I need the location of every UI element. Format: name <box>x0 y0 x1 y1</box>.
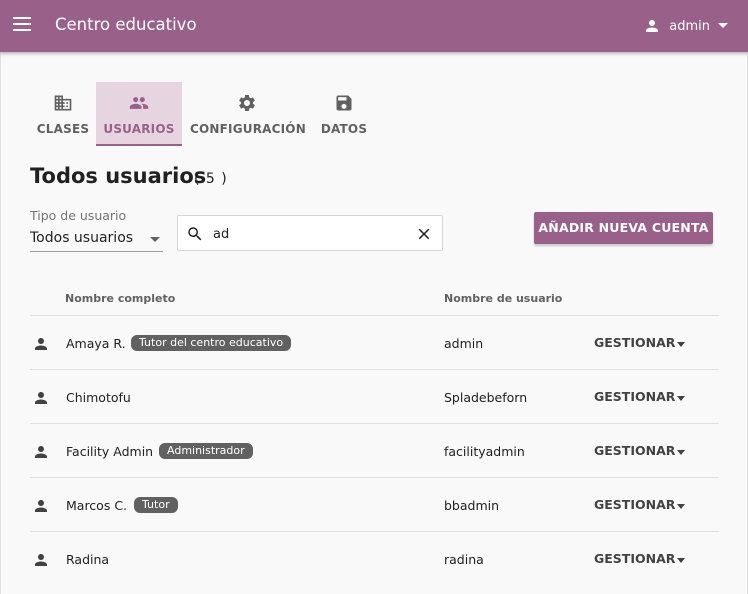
search-input[interactable] <box>213 224 403 244</box>
person-icon <box>646 20 659 32</box>
menu-icon[interactable] <box>13 17 31 31</box>
username: Spladebeforn <box>444 390 528 405</box>
tab-configuracion[interactable]: CONFIGURACIÓN <box>190 82 306 146</box>
full-name: Marcos C. <box>66 498 128 513</box>
caret-down-icon <box>677 450 685 455</box>
tab-label: DATOS <box>320 122 368 136</box>
user-type-value: Todos usuarios <box>30 230 134 246</box>
username: bbadmin <box>444 498 500 513</box>
caret-down-icon <box>150 237 160 242</box>
save-icon <box>336 95 352 111</box>
caret-down-icon <box>677 396 685 401</box>
username: facilityadmin <box>444 444 525 459</box>
people-icon <box>129 97 149 109</box>
table-row: Marcos C. Tutor bbadmin GESTIONAR <box>30 477 719 531</box>
role-badge: Administrador <box>159 443 253 459</box>
search-box <box>177 215 443 251</box>
username: admin <box>444 336 484 351</box>
user-type-select[interactable]: Todos usuarios <box>30 226 163 252</box>
person-icon <box>35 500 47 512</box>
tab-clases[interactable]: CLASES <box>30 82 96 146</box>
gear-icon <box>238 95 255 111</box>
full-name: Chimotofu <box>66 390 131 405</box>
app-bar: Centro educativo admin <box>0 0 748 52</box>
tab-label: CLASES <box>36 122 90 136</box>
manage-label: GESTIONAR <box>594 335 676 350</box>
user-menu[interactable]: admin <box>643 15 728 37</box>
table-row: Radina radina GESTIONAR <box>30 531 719 585</box>
tab-usuarios[interactable]: USUARIOS <box>96 82 182 146</box>
full-name: Radina <box>66 552 110 567</box>
page-title: Todos usuarios <box>30 164 207 188</box>
caret-down-icon <box>718 23 728 28</box>
user-name: admin <box>669 18 710 34</box>
table-row: Facility Admin Administrador facilityadm… <box>30 423 719 477</box>
role-badge: Tutor del centro educativo <box>131 335 292 351</box>
caret-down-icon <box>677 504 685 509</box>
table-row: Amaya R. Tutor del centro educativo admi… <box>30 315 719 369</box>
person-icon <box>35 554 47 566</box>
close-icon[interactable] <box>415 225 433 243</box>
user-count: ( 5 ) <box>194 171 228 187</box>
caret-down-icon <box>677 558 685 563</box>
manage-label: GESTIONAR <box>594 551 676 566</box>
manage-label: GESTIONAR <box>594 443 676 458</box>
full-name: Facility Admin <box>66 444 154 459</box>
app-title: Centro educativo <box>55 15 197 34</box>
tab-datos[interactable]: DATOS <box>316 82 372 146</box>
person-icon <box>35 338 47 350</box>
tab-label: CONFIGURACIÓN <box>190 122 306 136</box>
manage-label: GESTIONAR <box>594 389 676 404</box>
search-icon <box>188 227 202 241</box>
username: radina <box>444 552 484 567</box>
person-icon <box>35 392 47 404</box>
full-name: Amaya R. <box>66 336 126 351</box>
caret-down-icon <box>677 342 685 347</box>
table-row: Chimotofu Spladebeforn GESTIONAR <box>30 369 719 423</box>
user-type-label: Tipo de usuario <box>30 208 127 223</box>
main-content: CLASES USUARIOS CONFIGURACIÓN DATOS Todo… <box>0 52 748 594</box>
manage-label: GESTIONAR <box>594 497 676 512</box>
role-badge: Tutor <box>134 497 178 513</box>
header-full-name: Nombre completo <box>65 292 176 305</box>
person-icon <box>35 446 47 458</box>
building-icon <box>54 95 72 111</box>
add-account-button[interactable]: AÑADIR NUEVA CUENTA <box>534 212 713 244</box>
header-username: Nombre de usuario <box>444 292 563 305</box>
tab-label: USUARIOS <box>103 122 175 136</box>
